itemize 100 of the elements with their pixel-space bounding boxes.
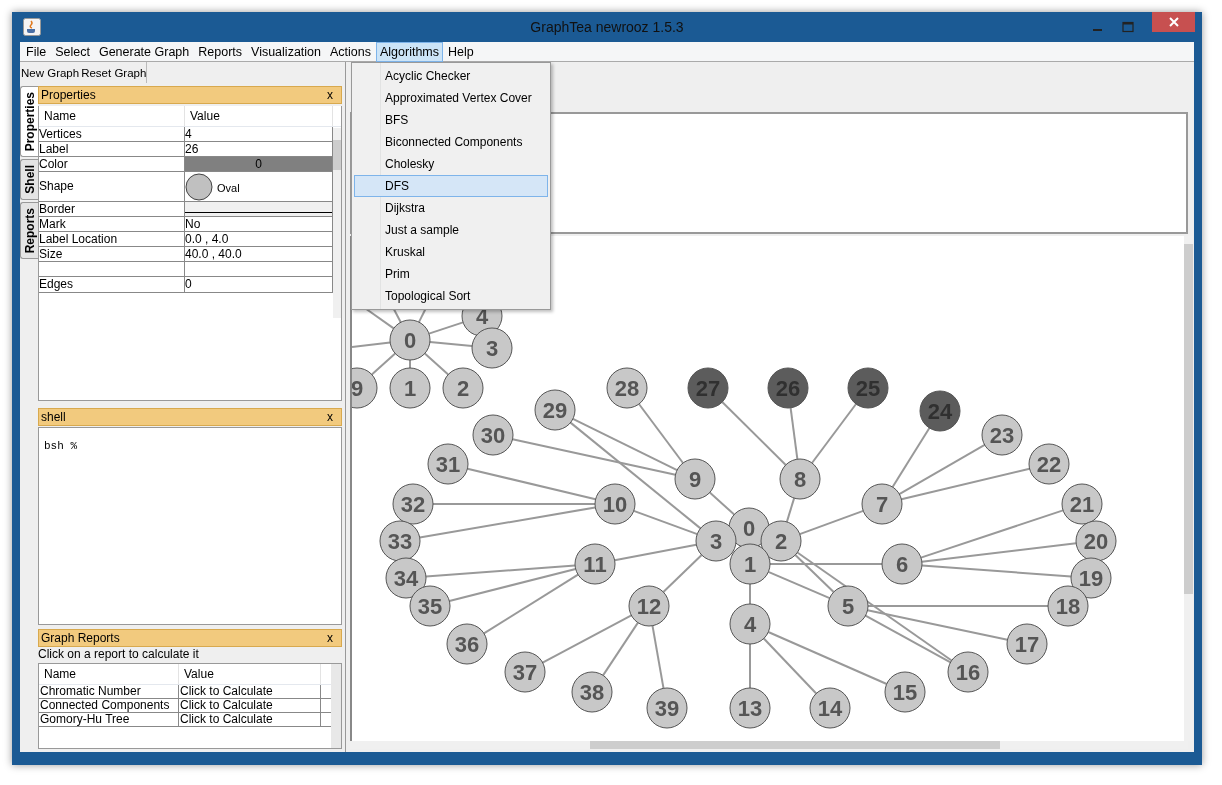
- graph-vertex[interactable]: 16: [947, 651, 989, 693]
- table-cell[interactable]: Connected Components: [39, 699, 179, 712]
- graph-vertex[interactable]: 28: [606, 367, 648, 409]
- graph-vertex[interactable]: 3: [471, 327, 513, 369]
- graph-vertex[interactable]: 11: [574, 543, 616, 585]
- graph-vertex[interactable]: 7: [861, 483, 903, 525]
- graph-edge: [651, 624, 665, 690]
- column-header[interactable]: Name: [39, 664, 179, 684]
- panel-title: Graph Reports: [41, 631, 120, 645]
- graph-edge: [708, 491, 736, 516]
- graph-vertex[interactable]: 1: [729, 543, 771, 585]
- menu-item[interactable]: BFS: [354, 109, 548, 131]
- menu-item[interactable]: Visualization: [247, 41, 325, 62]
- graph-vertex[interactable]: 23: [981, 414, 1023, 456]
- menu-item[interactable]: Generate Graph: [94, 41, 194, 62]
- graph-vertex[interactable]: 22: [1028, 443, 1070, 485]
- menu-item[interactable]: Help: [444, 41, 478, 62]
- graph-vertex[interactable]: 13: [729, 687, 771, 729]
- shape-name: Oval: [217, 181, 240, 195]
- panel-title: Properties: [41, 88, 96, 102]
- graph-vertex[interactable]: 3: [695, 520, 737, 562]
- menu-item[interactable]: Select: [51, 41, 94, 62]
- table-cell[interactable]: Click to Calculate: [179, 699, 321, 712]
- graph-vertex[interactable]: 2: [760, 520, 802, 562]
- graph-vertex[interactable]: 14: [809, 687, 851, 729]
- close-button[interactable]: x: [327, 88, 333, 102]
- oval-icon: [185, 172, 213, 201]
- graph-vertex[interactable]: 6: [881, 543, 923, 585]
- graph-vertex[interactable]: 29: [534, 389, 576, 431]
- graph-edge: [798, 509, 865, 536]
- graph-vertex[interactable]: 1: [389, 367, 431, 409]
- close-button[interactable]: x: [327, 410, 333, 424]
- menu-item[interactable]: Approximated Vertex Cover: [354, 87, 548, 109]
- graph-vertex[interactable]: 9: [352, 367, 378, 409]
- graph-edge: [785, 497, 796, 523]
- table-cell: Size: [39, 247, 185, 261]
- graph-edge: [428, 340, 474, 348]
- graph-vertex[interactable]: 32: [392, 483, 434, 525]
- scrollbar[interactable]: [331, 664, 341, 748]
- graph-vertex[interactable]: 35: [409, 585, 451, 627]
- column-header[interactable]: Value: [185, 106, 333, 126]
- graph-vertex[interactable]: 33: [379, 520, 421, 562]
- graph-vertex[interactable]: 4: [729, 603, 771, 645]
- graph-vertex[interactable]: 31: [427, 443, 469, 485]
- side-tab[interactable]: Properties: [20, 86, 38, 158]
- graph-vertex[interactable]: 18: [1047, 585, 1089, 627]
- menu-item[interactable]: Reports: [194, 41, 247, 62]
- graph-vertex[interactable]: 36: [446, 623, 488, 665]
- graph-vertex[interactable]: 21: [1061, 483, 1103, 525]
- table-cell[interactable]: Gomory-Hu Tree: [39, 713, 179, 726]
- hint-text: Click on a report to calculate it: [38, 647, 200, 662]
- menu-item[interactable]: Algorithms: [376, 41, 444, 62]
- menu-item[interactable]: Prim: [354, 263, 548, 285]
- graph-vertex[interactable]: 2: [442, 367, 484, 409]
- maximize-icon[interactable]: [1122, 21, 1134, 33]
- graph-vertex[interactable]: 5: [827, 585, 869, 627]
- table-cell: Label: [39, 142, 185, 156]
- menu-item[interactable]: Acyclic Checker: [354, 65, 548, 87]
- graph-edge: [749, 583, 751, 605]
- graph-vertex[interactable]: 39: [646, 687, 688, 729]
- graph-edge: [721, 401, 787, 466]
- graph-vertex[interactable]: 30: [472, 414, 514, 456]
- graph-edge: [749, 643, 751, 689]
- menu-item[interactable]: File: [22, 41, 51, 62]
- graph-vertex[interactable]: 9: [674, 458, 716, 500]
- graph-vertex[interactable]: 37: [504, 651, 546, 693]
- menu-item[interactable]: Cholesky: [354, 153, 548, 175]
- cup-icon: [23, 18, 41, 36]
- graph-vertex[interactable]: 20: [1075, 520, 1117, 562]
- graph-vertex[interactable]: 0: [389, 319, 431, 361]
- column-header[interactable]: Name: [39, 106, 185, 126]
- menu-item[interactable]: Actions: [326, 41, 375, 62]
- table-cell[interactable]: Click to Calculate: [179, 685, 321, 698]
- column-header[interactable]: Value: [179, 664, 321, 684]
- scrollbar[interactable]: [333, 128, 341, 318]
- table-cell[interactable]: Chromatic Number: [39, 685, 179, 698]
- table-cell[interactable]: Click to Calculate: [179, 713, 321, 726]
- window-title: GraphTea newrooz 1.5.3: [530, 19, 684, 35]
- graph-vertex[interactable]: 15: [884, 671, 926, 713]
- graph-vertex[interactable]: 8: [779, 458, 821, 500]
- table-cell: Vertices: [39, 127, 185, 141]
- side-tab[interactable]: Reports: [20, 202, 38, 260]
- graph-vertex[interactable]: 17: [1006, 623, 1048, 665]
- table-cell: Mark: [39, 217, 185, 231]
- menu-item[interactable]: DFS: [354, 175, 548, 197]
- menu-item[interactable]: Biconnected Components: [354, 131, 548, 153]
- graph-vertex[interactable]: 38: [571, 671, 613, 713]
- toolbar-button[interactable]: New Graph: [20, 66, 81, 79]
- close-button[interactable]: x: [327, 631, 333, 645]
- graph-vertex[interactable]: 10: [594, 483, 636, 525]
- table-cell: Edges: [39, 277, 185, 292]
- color-swatch[interactable]: 0: [185, 157, 333, 171]
- shell-console[interactable]: bsh %: [38, 427, 342, 625]
- panel-title: shell: [41, 410, 66, 424]
- toolbar-button[interactable]: Reset Graph: [80, 66, 148, 79]
- menu-item[interactable]: Kruskal: [354, 241, 548, 263]
- side-tab[interactable]: Shell: [20, 159, 38, 201]
- close-button[interactable]: [1152, 12, 1195, 32]
- menu-item[interactable]: Dijkstra: [354, 197, 548, 219]
- graph-vertex[interactable]: 12: [628, 585, 670, 627]
